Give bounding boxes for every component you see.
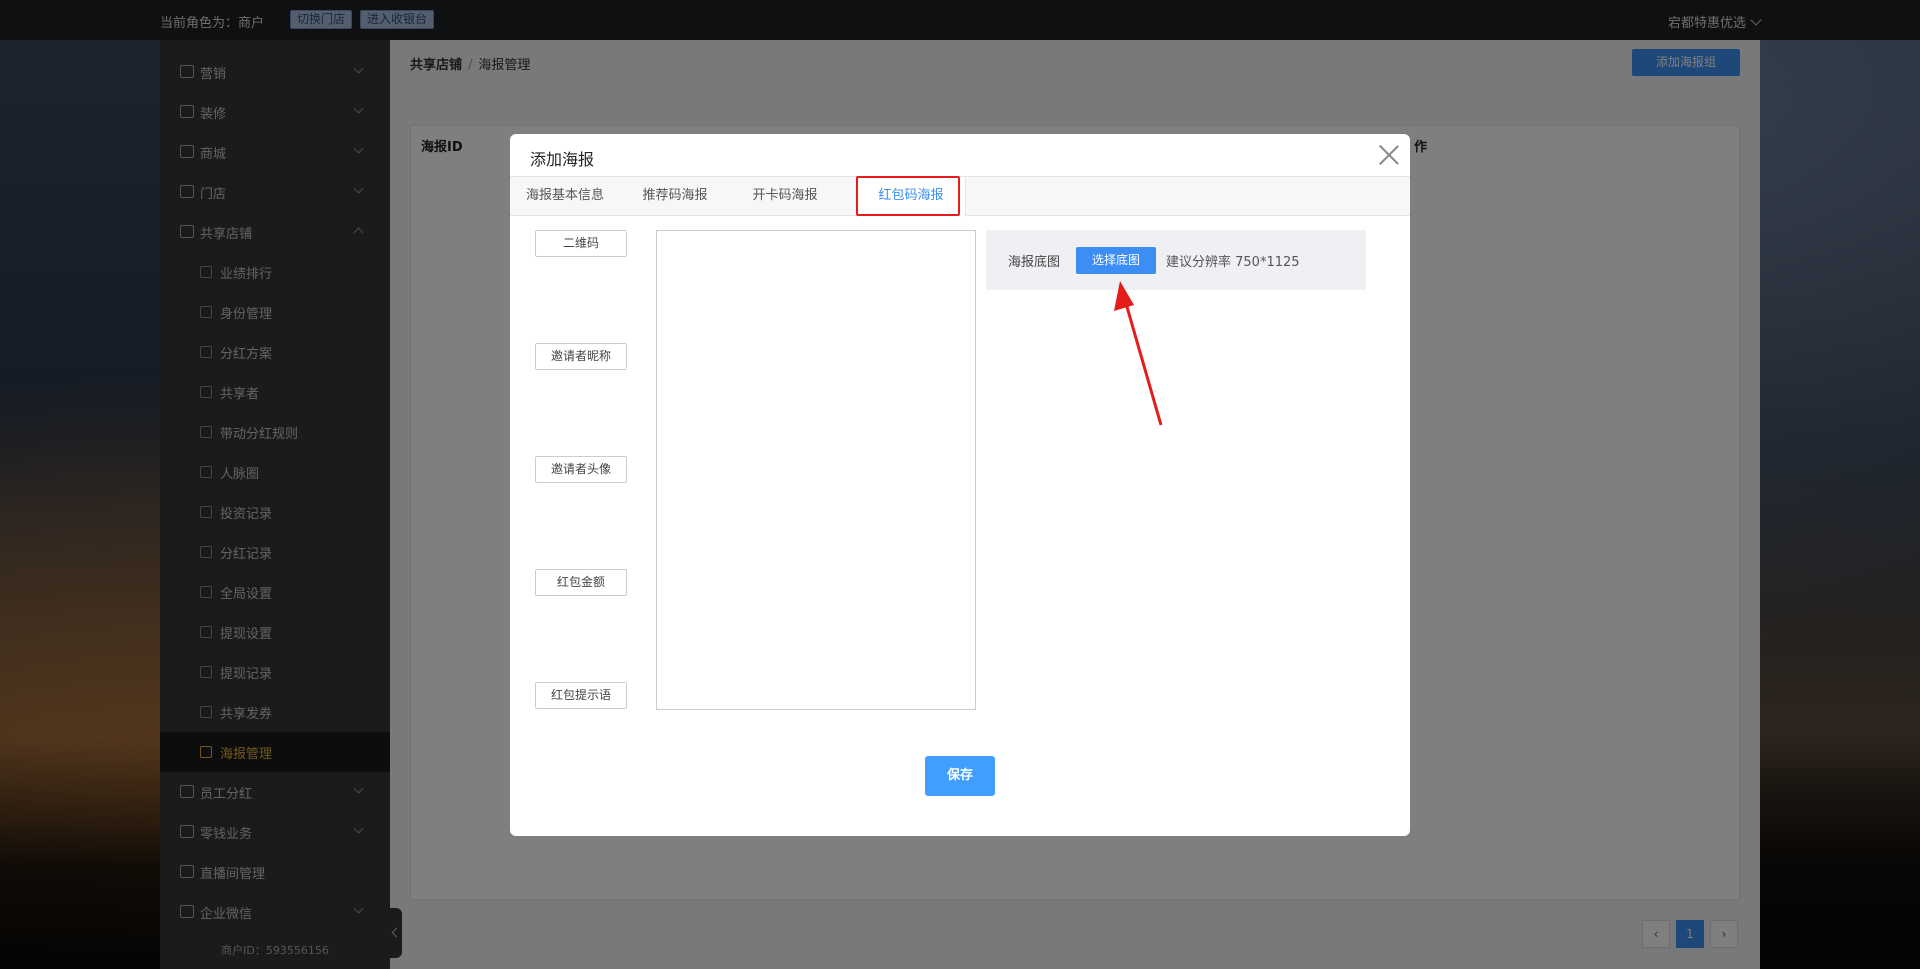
save-button[interactable]: 保存	[925, 756, 995, 796]
field-redpacket-tip-button[interactable]: 红包提示语	[535, 682, 627, 709]
tab-basic-info[interactable]: 海报基本信息	[510, 177, 620, 217]
background-settings-panel: 海报底图 选择底图 建议分辨率 750*1125	[986, 230, 1366, 290]
tab-card-poster[interactable]: 开卡码海报	[730, 177, 840, 217]
choose-background-button[interactable]: 选择底图	[1076, 247, 1156, 274]
poster-tabs: 海报基本信息 推荐码海报 开卡码海报 红包码海报	[510, 176, 1410, 217]
tab-referral-poster[interactable]: 推荐码海报	[620, 177, 730, 217]
add-poster-dialog: 添加海报 海报基本信息 推荐码海报 开卡码海报 红包码海报 二维码 邀请者昵称 …	[510, 134, 1410, 836]
field-qrcode-button[interactable]: 二维码	[535, 230, 627, 257]
field-inviter-nickname-button[interactable]: 邀请者昵称	[535, 343, 627, 370]
field-inviter-avatar-button[interactable]: 邀请者头像	[535, 456, 627, 483]
poster-canvas[interactable]	[656, 230, 976, 710]
annotation-highlight-box	[856, 176, 960, 216]
background-label: 海报底图	[1008, 255, 1061, 270]
dialog-title: 添加海报	[530, 150, 595, 169]
resolution-hint: 建议分辨率 750*1125	[1166, 255, 1300, 270]
close-icon[interactable]	[1378, 144, 1400, 166]
field-redpacket-amount-button[interactable]: 红包金额	[535, 569, 627, 596]
